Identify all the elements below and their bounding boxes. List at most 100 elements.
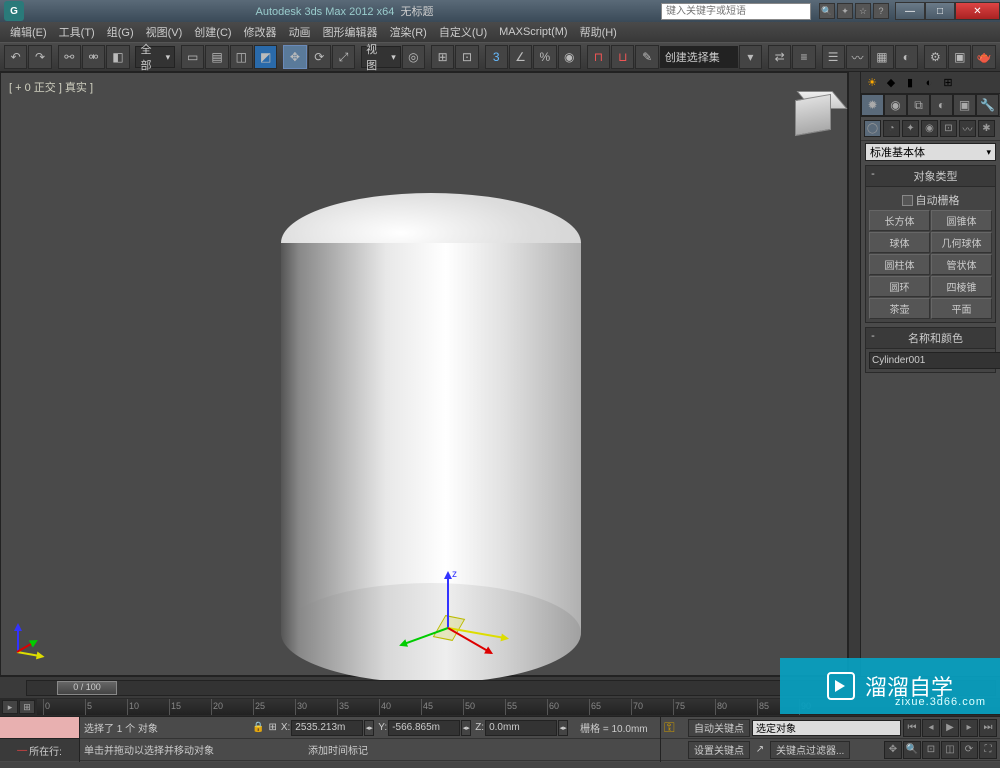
tab-display[interactable]: ▣ [953,94,976,116]
spacewarps-icon[interactable]: 〰 [959,120,976,137]
setkey-button[interactable]: 设置关键点 [688,741,750,759]
select-icon[interactable]: ▭ [181,45,204,69]
tool3-icon[interactable]: ◐ [921,75,937,91]
schematic-icon[interactable]: ▦ [870,45,893,69]
coord-z-input[interactable] [485,720,557,736]
cameras-icon[interactable]: ◉ [921,120,938,137]
window-crossing-icon[interactable]: ◩ [254,45,277,69]
keymode-icon[interactable]: ⊡ [455,45,478,69]
prim-tube[interactable]: 管状体 [931,254,992,275]
viewport-scrollbar[interactable] [848,72,860,676]
play-start-icon[interactable]: ⏮ [903,719,921,737]
percent-snap-icon[interactable]: % [533,45,556,69]
play-end-icon[interactable]: ⏭ [979,719,997,737]
edit-sel-icon[interactable]: ✎ [635,45,658,69]
mirror-icon[interactable]: ⇄ [768,45,791,69]
prim-teapot[interactable]: 茶壶 [869,298,930,319]
tab-modify[interactable]: ◉ [884,94,907,116]
time-thumb[interactable]: 0 / 100 [57,681,117,695]
coord-y-spinner[interactable]: ◂▸ [461,720,471,736]
nav-orbit-icon[interactable]: ⟳ [960,741,978,759]
nav-zoom-icon[interactable]: 🔍 [903,741,921,759]
tab-create[interactable]: ✹ [861,94,884,116]
track-cfg-icon[interactable]: ⊞ [19,700,35,714]
nav-fov-icon[interactable]: ◫ [941,741,959,759]
helpers-icon[interactable]: ⊡ [940,120,957,137]
tool4-icon[interactable]: ⊞ [940,75,956,91]
track-open-icon[interactable]: ▸ [2,700,18,714]
prim-cone[interactable]: 圆锥体 [931,210,992,231]
tool2-icon[interactable]: ▮ [902,75,918,91]
nav-zoomext-icon[interactable]: ⊡ [922,741,940,759]
menu-tools[interactable]: 工具(T) [53,24,101,40]
shapes-icon[interactable]: ◔ [883,120,900,137]
prim-pyramid[interactable]: 四棱锥 [931,276,992,297]
unlink-icon[interactable]: ⚮ [82,45,105,69]
object-name-input[interactable] [869,352,1000,369]
menu-edit[interactable]: 编辑(E) [4,24,53,40]
link-icon[interactable]: ⚯ [58,45,81,69]
viewcube[interactable] [787,89,837,139]
script-mini[interactable] [0,717,79,739]
tab-utilities[interactable]: 🔧 [976,94,999,116]
render-icon[interactable]: 🫖 [972,45,995,69]
bind-icon[interactable]: ◧ [106,45,129,69]
named-selection-input[interactable]: 创建选择集 [660,46,738,68]
category-dropdown[interactable]: 标准基本体 [865,143,996,161]
play-prev-icon[interactable]: ◂ [922,719,940,737]
undo-icon[interactable]: ↶ [4,45,27,69]
menu-customize[interactable]: 自定义(U) [433,24,493,40]
menu-animation[interactable]: 动画 [283,24,317,40]
search-input[interactable] [661,3,811,20]
select-region-icon[interactable]: ◫ [230,45,253,69]
render-frame-icon[interactable]: ▣ [948,45,971,69]
tab-motion[interactable]: ◐ [930,94,953,116]
comm-icon[interactable]: ☆ [855,3,871,19]
coord-y-input[interactable] [388,720,460,736]
menu-views[interactable]: 视图(V) [140,24,189,40]
qa-icon[interactable]: ? [873,3,889,19]
prim-sphere[interactable]: 球体 [869,232,930,253]
tab-hierarchy[interactable]: ⧉ [907,94,930,116]
coord-z-spinner[interactable]: ◂▸ [558,720,568,736]
coord-x-input[interactable] [291,720,363,736]
light-icon[interactable]: ☀ [864,75,880,91]
prim-geosphere[interactable]: 几何球体 [931,232,992,253]
play-next-icon[interactable]: ▸ [960,719,978,737]
prim-torus[interactable]: 圆环 [869,276,930,297]
minimize-button[interactable]: — [895,2,925,20]
selected-obj-input[interactable] [752,720,901,736]
prim-box[interactable]: 长方体 [869,210,930,231]
key-icon[interactable]: ⚿ [664,719,686,736]
tool1-icon[interactable]: ◆ [883,75,899,91]
info-icon[interactable]: ✦ [837,3,853,19]
help-icon[interactable]: 🔍 [819,3,835,19]
lights-icon[interactable]: ✦ [902,120,919,137]
add-time-tag[interactable]: 添加时间标记 [308,742,368,757]
geom-icon[interactable]: ◯ [864,120,881,137]
lock-icon[interactable]: 🔒 [252,722,264,733]
maximize-button[interactable]: □ [925,2,955,20]
selection-filter[interactable]: 全部 [135,46,175,68]
autokey-button[interactable]: 自动关键点 [688,719,750,737]
prim-cylinder[interactable]: 圆柱体 [869,254,930,275]
align-icon[interactable]: ≡ [792,45,815,69]
rotate-icon[interactable]: ⟳ [308,45,331,69]
nav-pan-icon[interactable]: ✥ [884,741,902,759]
material-icon[interactable]: ◐ [895,45,918,69]
setkey-arrow-icon[interactable]: ↗ [752,744,768,755]
layers-icon[interactable]: ☰ [822,45,845,69]
snap2-icon[interactable]: ⊔ [611,45,634,69]
close-button[interactable]: ✕ [955,2,1000,20]
menu-maxscript[interactable]: MAXScript(M) [493,26,573,38]
snap-icon[interactable]: 3 [485,45,508,69]
key-filter-button[interactable]: 关键点过滤器... [770,741,850,759]
menu-grapheditors[interactable]: 图形编辑器 [317,24,384,40]
menu-create[interactable]: 创建(C) [188,24,237,40]
render-setup-icon[interactable]: ⚙ [924,45,947,69]
transform-type-icon[interactable]: ⊞ [268,722,276,733]
menu-help[interactable]: 帮助(H) [574,24,623,40]
prim-plane[interactable]: 平面 [931,298,992,319]
viewport[interactable]: [ + 0 正交 ] 真实 ] z [0,72,848,676]
curve-editor-icon[interactable]: 〰 [846,45,869,69]
